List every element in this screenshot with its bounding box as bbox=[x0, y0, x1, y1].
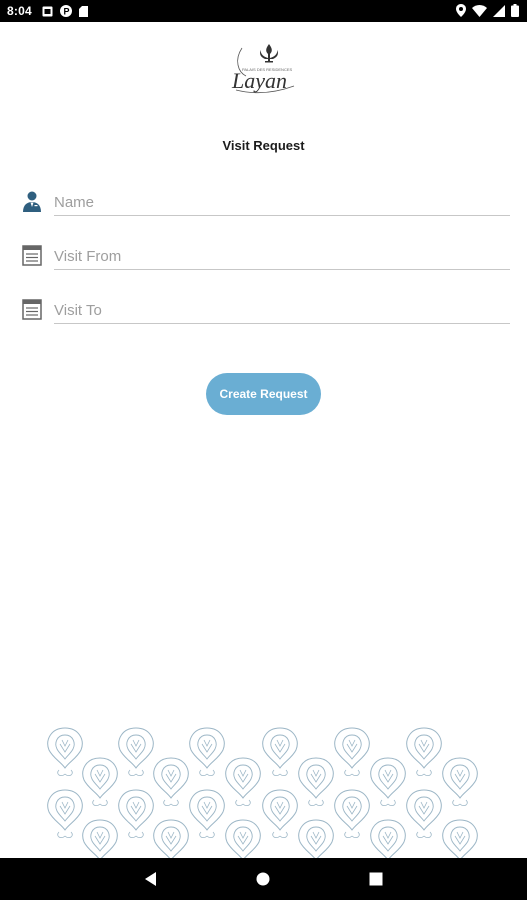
notification-square-icon bbox=[42, 6, 53, 16]
status-left-icons: P bbox=[42, 5, 88, 17]
signal-icon bbox=[493, 4, 505, 17]
logo-graphic: PALAIS DES RESIDENCES Layan bbox=[231, 44, 295, 94]
visit-from-placeholder: Visit From bbox=[54, 248, 122, 265]
home-icon[interactable] bbox=[256, 872, 270, 886]
recents-icon[interactable] bbox=[369, 872, 383, 886]
name-field-placeholder: Name bbox=[54, 194, 95, 211]
battery-icon bbox=[511, 4, 519, 17]
page-title: Visit Request bbox=[222, 138, 305, 153]
location-icon bbox=[456, 4, 466, 17]
calendar-icon bbox=[22, 299, 42, 320]
visit-to-underline bbox=[54, 323, 510, 324]
svg-text:P: P bbox=[64, 7, 70, 17]
logo-script-text: Layan bbox=[231, 68, 287, 93]
status-time: 8:04 bbox=[7, 4, 32, 18]
back-icon[interactable] bbox=[144, 872, 158, 886]
visit-to-placeholder: Visit To bbox=[54, 302, 102, 319]
notification-p-icon: P bbox=[60, 5, 72, 17]
visit-from-field[interactable]: Visit From bbox=[22, 240, 510, 270]
calendar-icon bbox=[22, 245, 42, 266]
status-bar: 8:04 P bbox=[0, 0, 527, 22]
name-field[interactable]: Name bbox=[22, 186, 510, 216]
create-request-button[interactable]: Create Request bbox=[206, 373, 321, 415]
brand-logo: PALAIS DES RESIDENCES Layan bbox=[222, 38, 306, 118]
status-right-icons bbox=[456, 4, 519, 17]
visit-from-underline bbox=[54, 269, 510, 270]
person-icon bbox=[23, 191, 41, 212]
decorative-pattern bbox=[47, 727, 478, 858]
wifi-icon bbox=[472, 4, 487, 17]
visit-to-field[interactable]: Visit To bbox=[22, 294, 510, 324]
name-field-underline bbox=[54, 215, 510, 216]
navigation-bar bbox=[0, 858, 527, 900]
sd-card-icon bbox=[79, 5, 88, 17]
